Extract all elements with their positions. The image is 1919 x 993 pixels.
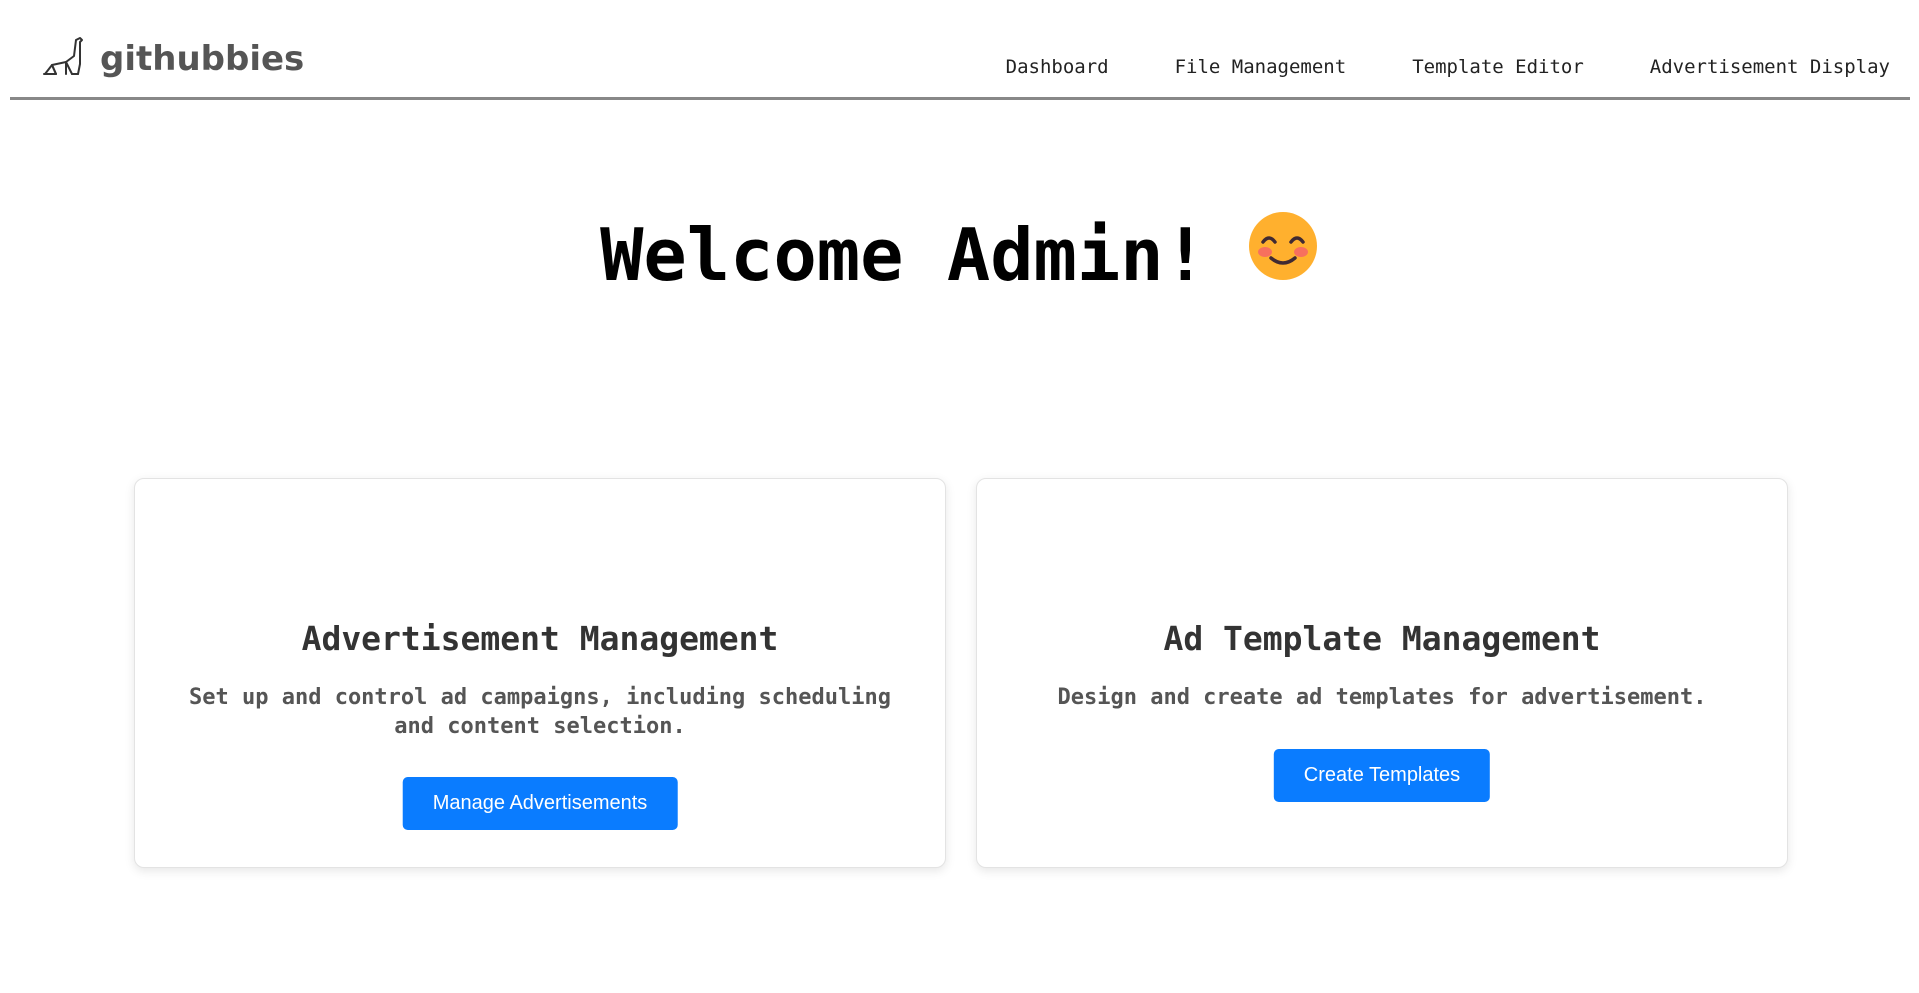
ad-template-management-card: Ad Template Management Design and create…: [976, 478, 1788, 868]
card-title: Advertisement Management: [301, 619, 779, 658]
nav-file-management[interactable]: File Management: [1175, 56, 1347, 78]
logo-text: githubbies: [100, 39, 305, 79]
nav-template-editor[interactable]: Template Editor: [1412, 56, 1584, 78]
nav-advertisement-display[interactable]: Advertisement Display: [1650, 56, 1890, 78]
smiling-face-icon: [1247, 210, 1319, 299]
advertisement-management-card: Advertisement Management Set up and cont…: [134, 478, 946, 868]
manage-advertisements-button[interactable]: Manage Advertisements: [402, 777, 678, 830]
nav-dashboard[interactable]: Dashboard: [1006, 56, 1109, 78]
card-title: Ad Template Management: [1163, 619, 1601, 658]
logo[interactable]: githubbies: [42, 34, 304, 84]
welcome-text: Welcome Admin!: [600, 212, 1207, 297]
card-description: Set up and control ad campaigns, includi…: [189, 685, 891, 739]
top-navigation-bar: githubbies Dashboard File Management Tem…: [10, 0, 1910, 100]
main-nav: Dashboard File Management Template Edito…: [1006, 56, 1890, 78]
welcome-heading: Welcome Admin!: [0, 210, 1919, 299]
card-description: Design and create ad templates for adver…: [1057, 685, 1707, 710]
create-templates-button[interactable]: Create Templates: [1273, 749, 1491, 802]
dinosaur-icon: [42, 34, 88, 84]
